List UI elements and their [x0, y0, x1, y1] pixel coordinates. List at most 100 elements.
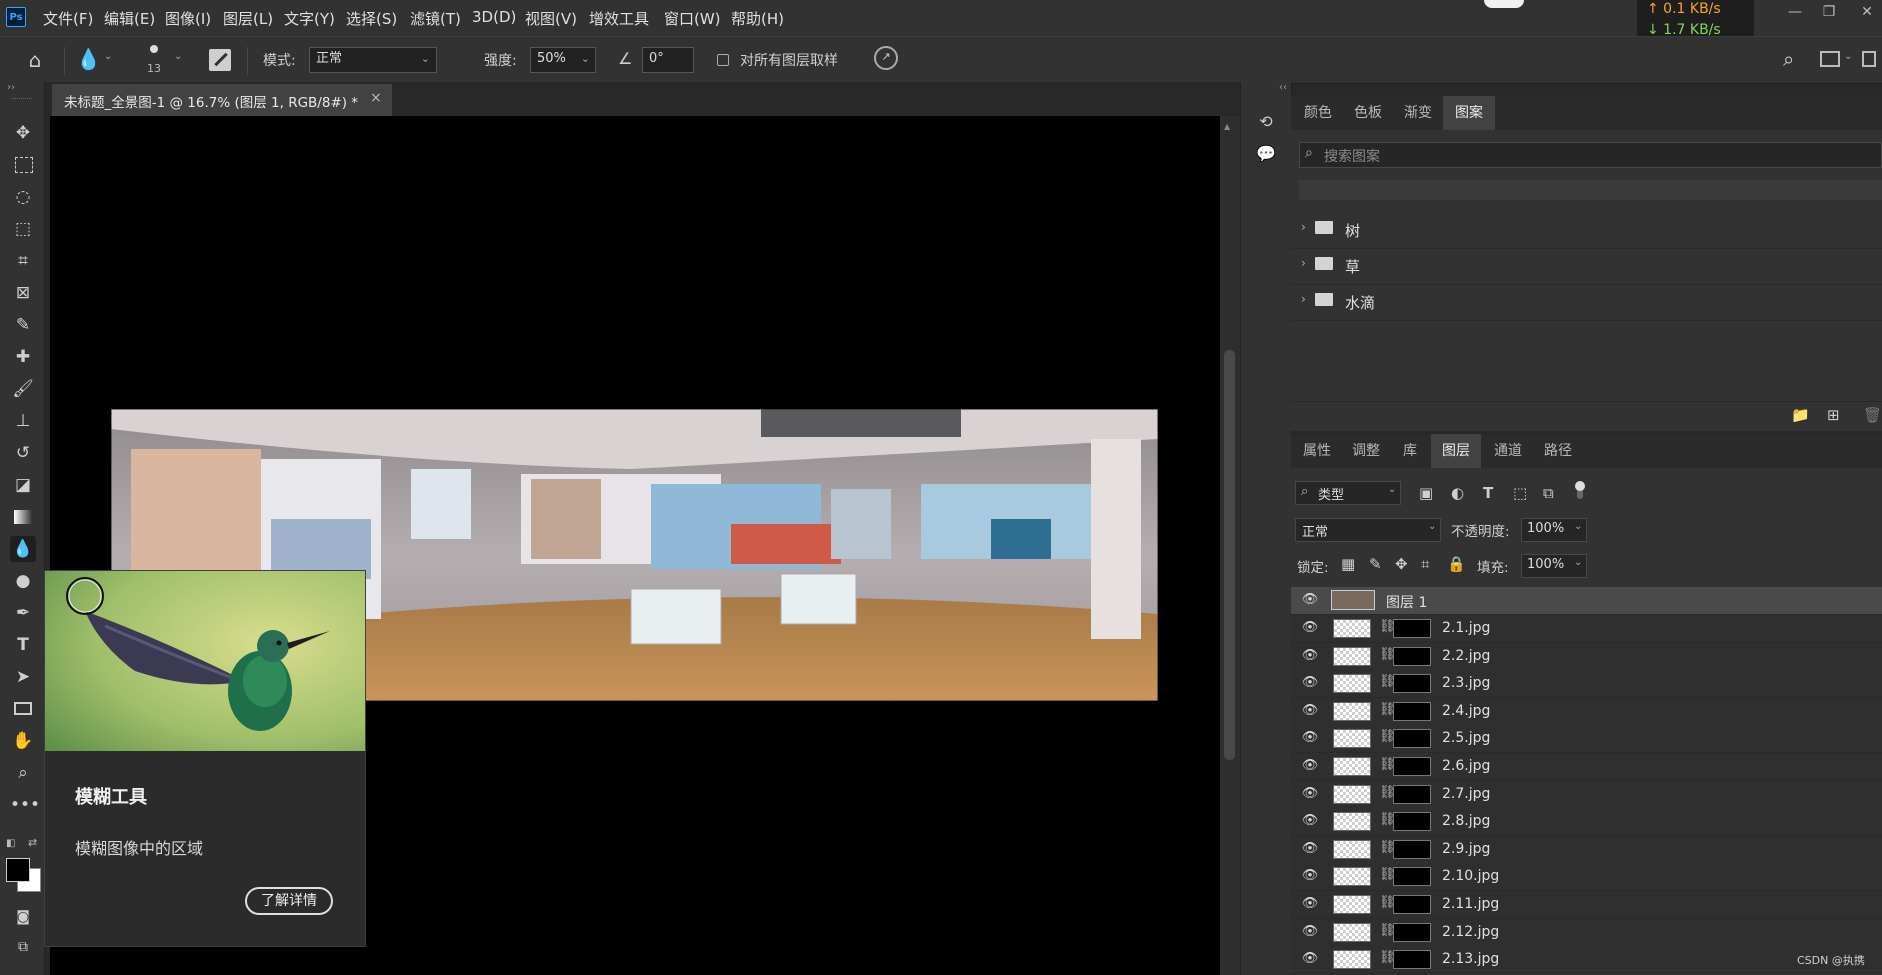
pen-tool-icon[interactable]: ✒	[10, 600, 36, 626]
history-panel-icon[interactable]: ⟲	[1253, 112, 1279, 136]
layer-mask-thumbnail[interactable]	[1393, 812, 1431, 832]
layer-filter-select[interactable]: ⌕ 类型 ⌄	[1295, 481, 1401, 505]
lasso-tool-icon[interactable]: ◌	[10, 184, 36, 210]
chevron-right-icon[interactable]: ›	[1301, 292, 1306, 306]
lock-transparent-icon[interactable]: ▦	[1341, 555, 1355, 573]
lock-all-icon[interactable]: 🔒	[1447, 555, 1466, 573]
filter-shape-icon[interactable]: ⬚	[1513, 484, 1527, 502]
close-window-icon[interactable]: ✕	[1856, 4, 1878, 24]
visibility-eye-icon[interactable]: 👁	[1301, 592, 1319, 608]
visibility-eye-icon[interactable]: 👁	[1301, 758, 1319, 774]
brush-preview-icon[interactable]	[150, 45, 158, 53]
layer-mask-thumbnail[interactable]	[1393, 839, 1431, 859]
menu-layer[interactable]: 图层(L)	[223, 8, 273, 29]
menu-view[interactable]: 视图(V)	[525, 8, 577, 29]
chevron-down-icon[interactable]: ⌄	[1574, 521, 1582, 532]
gradient-tool-icon[interactable]	[10, 504, 36, 530]
chevron-down-icon[interactable]: ⌄	[1844, 51, 1852, 62]
fill-field[interactable]: 100% ⌄	[1521, 554, 1587, 578]
filter-adjustment-icon[interactable]: ◐	[1451, 484, 1464, 502]
default-colors-icon[interactable]: ◧	[6, 838, 15, 849]
mode-select[interactable]: 正常 ⌄	[309, 47, 437, 73]
layer-mask-thumbnail[interactable]	[1393, 950, 1431, 970]
share-icon[interactable]	[1862, 51, 1876, 67]
expand-toolbar-icon[interactable]: ››	[7, 82, 15, 93]
maximize-icon[interactable]: ❐	[1818, 4, 1840, 24]
rectangle-tool-icon[interactable]	[10, 696, 36, 722]
tab-libraries[interactable]: 库	[1391, 434, 1429, 468]
path-select-tool-icon[interactable]: ➤	[10, 664, 36, 690]
layer-mask-thumbnail[interactable]	[1393, 784, 1431, 804]
menu-3d[interactable]: 3D(D)	[472, 8, 516, 26]
layer-row[interactable]: 👁 ⛓ 2.1.jpg	[1291, 615, 1882, 643]
layer-row-selected[interactable]: 👁 图层 1	[1291, 587, 1882, 615]
layer-row[interactable]: 👁 ⛓ 2.8.jpg	[1291, 808, 1882, 837]
pattern-folder[interactable]: › 水滴	[1291, 284, 1882, 321]
strength-field[interactable]: 50% ⌄	[530, 47, 596, 73]
brush-tool-icon[interactable]: 🖌	[10, 376, 36, 402]
eyedropper-tool-icon[interactable]: ✎	[10, 312, 36, 338]
history-brush-tool-icon[interactable]: ↺	[10, 440, 36, 466]
new-pattern-icon[interactable]: ⊞	[1827, 406, 1840, 424]
layer-row[interactable]: 👁 ⛓ 2.10.jpg	[1291, 863, 1882, 892]
learn-more-button[interactable]: 了解详情	[245, 887, 333, 915]
sample-all-checkbox[interactable]	[717, 54, 729, 66]
stamp-tool-icon[interactable]: ⊥	[10, 408, 36, 434]
chevron-down-icon[interactable]: ⌄	[104, 51, 112, 62]
collapse-panels-icon[interactable]: ‹‹	[1279, 82, 1287, 93]
crop-tool-icon[interactable]: ⌗	[10, 248, 36, 274]
layer-mask-thumbnail[interactable]	[1393, 867, 1431, 887]
blend-mode-select[interactable]: 正常 ⌄	[1295, 518, 1441, 542]
layer-row[interactable]: 👁 ⛓ 2.7.jpg	[1291, 780, 1882, 809]
visibility-eye-icon[interactable]: 👁	[1301, 896, 1319, 912]
new-folder-icon[interactable]: 📁	[1791, 406, 1810, 424]
menu-filter[interactable]: 滤镜(T)	[410, 8, 461, 29]
type-tool-icon[interactable]: T	[10, 632, 36, 658]
dodge-tool-icon[interactable]: ●	[10, 568, 36, 594]
layer-mask-thumbnail[interactable]	[1393, 729, 1431, 749]
home-icon[interactable]: ⌂	[22, 48, 48, 72]
delete-icon[interactable]: 🗑	[1863, 406, 1882, 424]
layer-mask-thumbnail[interactable]	[1393, 922, 1431, 942]
healing-brush-tool-icon[interactable]: ✚	[10, 344, 36, 370]
hand-tool-icon[interactable]: ✋	[10, 728, 36, 754]
move-tool-icon[interactable]: ✥	[10, 120, 36, 146]
eraser-tool-icon[interactable]: ◪	[10, 472, 36, 498]
visibility-eye-icon[interactable]: 👁	[1301, 620, 1319, 636]
quick-mask-icon[interactable]: ◙	[10, 904, 36, 930]
menu-help[interactable]: 帮助(H)	[731, 8, 784, 29]
menu-file[interactable]: 文件(F)	[43, 8, 93, 29]
tab-channels[interactable]: 通道	[1483, 434, 1533, 468]
blur-drop-icon[interactable]: 💧	[76, 47, 101, 71]
layer-row[interactable]: 👁 ⛓ 2.6.jpg	[1291, 753, 1882, 781]
workspace-icon[interactable]	[1820, 51, 1840, 67]
visibility-eye-icon[interactable]: 👁	[1301, 730, 1319, 746]
layer-row[interactable]: 👁 ⛓ 2.2.jpg	[1291, 642, 1882, 671]
filter-pixel-icon[interactable]: ▣	[1419, 484, 1433, 502]
tab-patterns[interactable]: 图案	[1443, 96, 1495, 130]
lock-position-icon[interactable]: ✥	[1395, 555, 1408, 573]
chevron-right-icon[interactable]: ›	[1301, 256, 1306, 270]
tab-layers[interactable]: 图层	[1431, 434, 1481, 468]
pressure-icon[interactable]: ↗	[874, 46, 898, 70]
menu-select[interactable]: 选择(S)	[346, 8, 397, 29]
foreground-color-swatch[interactable]	[6, 858, 30, 882]
object-select-tool-icon[interactable]: ⬚	[10, 216, 36, 242]
layer-mask-thumbnail[interactable]	[1393, 646, 1431, 666]
visibility-eye-icon[interactable]: 👁	[1301, 648, 1319, 664]
close-tab-icon[interactable]: ×	[370, 90, 382, 106]
tab-gradients[interactable]: 渐变	[1393, 96, 1443, 130]
visibility-eye-icon[interactable]: 👁	[1301, 868, 1319, 884]
visibility-eye-icon[interactable]: 👁	[1301, 675, 1319, 691]
chevron-down-icon[interactable]: ⌄	[581, 48, 590, 70]
marquee-tool-icon[interactable]	[10, 152, 36, 178]
layer-row[interactable]: 👁 ⛓ 2.11.jpg	[1291, 891, 1882, 919]
visibility-eye-icon[interactable]: 👁	[1301, 924, 1319, 940]
comments-panel-icon[interactable]: 💬	[1253, 144, 1279, 168]
swap-colors-icon[interactable]: ⇄	[28, 836, 37, 849]
tab-adjustments[interactable]: 调整	[1341, 434, 1391, 468]
visibility-eye-icon[interactable]: 👁	[1301, 813, 1319, 829]
blur-tool-icon[interactable]: 💧	[10, 536, 36, 562]
minimize-icon[interactable]: —	[1784, 4, 1806, 24]
pattern-search-field[interactable]: ⌕ 搜索图案	[1299, 142, 1882, 168]
